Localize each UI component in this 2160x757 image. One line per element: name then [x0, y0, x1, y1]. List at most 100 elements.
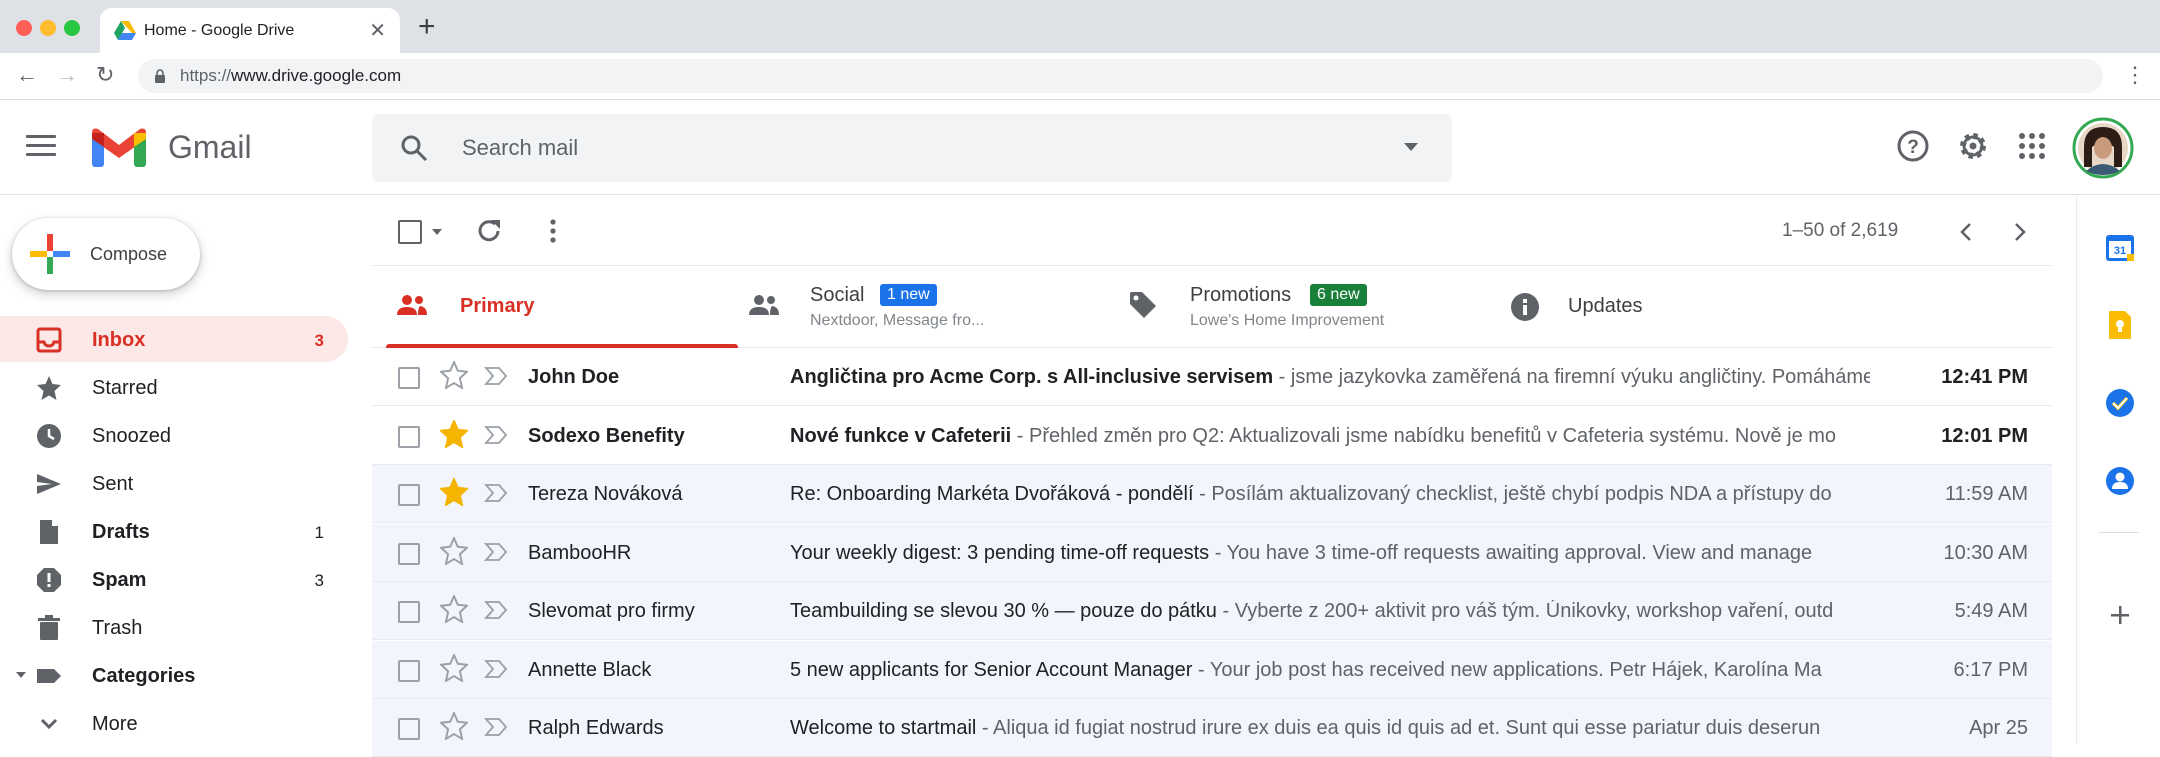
email-time: 12:41 PM	[1941, 366, 2028, 388]
email-sender: John Doe	[528, 366, 620, 388]
email-row[interactable]: Slevomat pro firmy Teambuilding se slevou…	[372, 582, 2052, 640]
refresh-icon[interactable]	[476, 218, 502, 244]
sidebar-item-categories[interactable]: Categories	[0, 652, 348, 698]
email-row[interactable]: Annette Black 5 new applicants for Senior…	[372, 640, 2052, 699]
email-snippet: - Aliqua id fugiat nostrud irure ex duis…	[976, 717, 1821, 739]
new-tab-button[interactable]: +	[418, 12, 436, 42]
sidebar-item-inbox[interactable]: Inbox 3	[0, 316, 348, 362]
star-toggle-icon[interactable]	[440, 595, 468, 623]
mail-list-area: 1–50 of 2,619 Primary Social 1 new Nextd…	[372, 196, 2052, 757]
settings-gear-icon[interactable]	[1956, 129, 1990, 163]
importance-marker-icon[interactable]	[484, 425, 508, 445]
gmail-logo-icon[interactable]	[92, 127, 146, 167]
tab-primary[interactable]: Primary	[372, 266, 744, 348]
email-sender: Tereza Nováková	[528, 483, 683, 505]
star-toggle-icon[interactable]	[440, 361, 468, 389]
tasks-icon[interactable]	[2105, 388, 2135, 418]
contacts-icon[interactable]	[2105, 466, 2135, 496]
keep-icon[interactable]	[2105, 310, 2135, 340]
sidebar-item-trash[interactable]: Trash	[0, 604, 348, 650]
row-checkbox[interactable]	[398, 484, 420, 506]
select-dropdown-icon[interactable]	[432, 229, 442, 235]
importance-marker-icon[interactable]	[484, 366, 508, 386]
sidebar-item-sent[interactable]: Sent	[0, 460, 348, 506]
sidebar-item-label: Inbox	[92, 329, 146, 351]
sidebar-item-label: Categories	[92, 665, 196, 687]
new-badge: 6 new	[1310, 284, 1367, 306]
main-menu-icon[interactable]	[26, 135, 56, 157]
next-page-icon[interactable]	[2014, 222, 2026, 242]
row-checkbox[interactable]	[398, 367, 420, 389]
star-toggle-icon[interactable]	[440, 478, 468, 506]
trash-icon	[38, 615, 60, 640]
more-options-icon[interactable]	[550, 218, 556, 244]
prev-page-icon[interactable]	[1960, 222, 1972, 242]
close-tab-icon[interactable]: ✕	[369, 18, 386, 43]
tab-social[interactable]: Social 1 new Nextdoor, Message fro...	[744, 266, 1124, 348]
tab-preview: Lowe's Home Improvement	[1190, 312, 1385, 329]
calendar-icon[interactable]: 31	[2105, 232, 2135, 262]
search-options-icon[interactable]	[1404, 143, 1418, 151]
row-checkbox[interactable]	[398, 542, 420, 565]
tab-promotions[interactable]: Promotions 6 new Lowe's Home Improvement	[1124, 266, 1504, 348]
email-row[interactable]: John Doe Angličtina pro Acme Corp. s All-…	[372, 348, 2052, 406]
help-icon[interactable]: ?	[1896, 129, 1930, 163]
sidebar-item-label: Starred	[92, 377, 158, 399]
draft-count: 1	[314, 523, 324, 542]
importance-marker-icon[interactable]	[484, 717, 508, 737]
email-snippet: - Vyberte z 200+ aktivit pro váš tým. Ún…	[1216, 600, 1834, 622]
star-toggle-icon[interactable]	[440, 419, 468, 448]
importance-marker-icon[interactable]	[484, 483, 508, 503]
star-icon	[37, 376, 61, 400]
close-window-button[interactable]	[16, 20, 32, 36]
row-checkbox[interactable]	[398, 659, 420, 682]
email-row[interactable]: Ralph Edwards Welcome to startmail - Aliq…	[372, 699, 2052, 757]
apps-grid-icon[interactable]	[2018, 132, 2046, 160]
mail-toolbar: 1–50 of 2,619	[372, 196, 2052, 266]
importance-marker-icon[interactable]	[484, 600, 508, 620]
browser-menu-icon[interactable]: ⋮	[2124, 62, 2146, 88]
sidebar-item-drafts[interactable]: Drafts 1	[0, 508, 348, 554]
account-avatar[interactable]	[2072, 117, 2134, 179]
email-sender: BambooHR	[528, 541, 632, 564]
search-bar[interactable]: Search mail	[372, 114, 1452, 182]
browser-tab[interactable]: Home - Google Drive ✕	[100, 8, 400, 53]
importance-marker-icon[interactable]	[484, 659, 508, 679]
back-icon[interactable]: ←	[16, 60, 38, 90]
sidebar-item-spam[interactable]: Spam 3	[0, 556, 348, 602]
row-checkbox[interactable]	[398, 601, 420, 623]
expand-arrow-icon[interactable]	[16, 672, 26, 678]
row-checkbox[interactable]	[398, 425, 420, 448]
email-row[interactable]: Tereza Nováková Re: Onboarding Markéta Dv…	[372, 465, 2052, 523]
add-addon-icon[interactable]	[2105, 600, 2135, 630]
forward-icon[interactable]: →	[56, 60, 78, 90]
compose-button[interactable]: Compose	[12, 218, 200, 290]
tab-updates[interactable]: Updates	[1504, 266, 1884, 348]
sidebar-item-label: Drafts	[92, 521, 150, 543]
tab-label: Social	[810, 284, 865, 306]
sidebar-item-more[interactable]: More	[0, 700, 348, 746]
star-toggle-icon[interactable]	[440, 712, 468, 740]
email-row[interactable]: Sodexo Benefity Nové funkce v Cafeterii -…	[372, 406, 2052, 465]
search-input[interactable]: Search mail	[462, 135, 578, 161]
compose-plus-icon	[30, 234, 70, 274]
select-all-checkbox[interactable]	[398, 220, 422, 244]
star-toggle-icon[interactable]	[440, 536, 468, 565]
address-bar[interactable]: https://www.drive.google.com	[138, 59, 2103, 93]
star-toggle-icon[interactable]	[440, 653, 468, 682]
email-row[interactable]: BambooHR Your weekly digest: 3 pending ti…	[372, 523, 2052, 582]
reload-icon[interactable]: ↻	[96, 60, 114, 90]
lock-icon	[155, 69, 165, 83]
svg-text:31: 31	[2114, 245, 2126, 257]
email-sender: Annette Black	[528, 658, 652, 681]
sidebar-item-snoozed[interactable]: Snoozed	[0, 412, 348, 458]
email-sender: Sodexo Benefity	[528, 424, 685, 447]
importance-marker-icon[interactable]	[484, 542, 508, 562]
search-icon[interactable]	[400, 134, 428, 162]
sidebar-item-starred[interactable]: Starred	[0, 364, 348, 410]
row-checkbox[interactable]	[398, 718, 420, 740]
inbox-icon	[36, 327, 62, 353]
maximize-window-button[interactable]	[64, 20, 80, 36]
tab-title: Home - Google Drive	[144, 22, 295, 39]
minimize-window-button[interactable]	[40, 20, 56, 36]
